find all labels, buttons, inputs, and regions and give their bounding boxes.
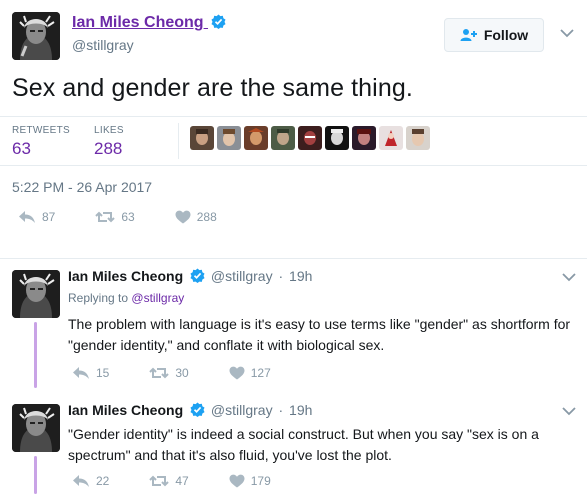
- reply-tweet[interactable]: Ian Miles Cheong @stillgray · 19h Replyi…: [0, 258, 587, 388]
- verified-badge-icon: [211, 14, 226, 29]
- author-handle[interactable]: @stillgray: [72, 37, 134, 53]
- reply-count: 15: [96, 366, 110, 380]
- retweet-button[interactable]: 30: [149, 366, 189, 380]
- liker-avatar[interactable]: [325, 126, 349, 150]
- like-count: 179: [250, 474, 271, 488]
- reply-tweet[interactable]: Ian Miles Cheong @stillgray · 19h "Gende…: [0, 392, 587, 494]
- reply-header: Ian Miles Cheong @stillgray · 19h: [68, 402, 312, 418]
- follow-label: Follow: [483, 27, 529, 43]
- like-button[interactable]: 127: [229, 366, 271, 380]
- replying-prefix: Replying to: [68, 291, 129, 305]
- replying-to-link[interactable]: @stillgray: [131, 291, 184, 305]
- retweets-label: RETWEETS: [12, 125, 70, 136]
- retweets-stat[interactable]: RETWEETS 63: [12, 125, 70, 159]
- reply-age[interactable]: 19h: [289, 268, 312, 284]
- liker-avatar[interactable]: [244, 126, 268, 150]
- retweet-count: 30: [175, 366, 189, 380]
- reply-author-handle[interactable]: @stillgray: [211, 268, 273, 284]
- chevron-down-icon[interactable]: [562, 406, 576, 416]
- reply-icon: [73, 475, 89, 487]
- liker-avatar[interactable]: [271, 126, 295, 150]
- liker-avatar[interactable]: [190, 126, 214, 150]
- liker-avatars: [190, 126, 430, 152]
- reply-actions: 15 30 127: [72, 366, 311, 380]
- retweet-icon: [95, 211, 116, 223]
- reply-dot: ·: [278, 402, 284, 418]
- tweet-text: Sex and gender are the same thing.: [12, 74, 413, 102]
- retweets-count: 63: [12, 139, 31, 158]
- likes-count: 288: [94, 139, 123, 158]
- reply-age[interactable]: 19h: [289, 402, 312, 418]
- avatar[interactable]: [12, 270, 60, 318]
- reply-text: The problem with language is it's easy t…: [68, 316, 571, 353]
- reply-button[interactable]: 15: [72, 366, 109, 380]
- chevron-down-icon[interactable]: [562, 272, 576, 282]
- verified-badge-icon: [190, 268, 205, 283]
- reply-icon: [19, 211, 35, 223]
- likes-stat[interactable]: LIKES 288: [94, 125, 124, 159]
- retweet-count: 63: [121, 210, 135, 224]
- verified-badge-icon: [190, 402, 205, 417]
- retweet-button[interactable]: 63: [95, 210, 135, 224]
- reply-count: 22: [96, 474, 110, 488]
- follow-button[interactable]: Follow: [444, 18, 544, 52]
- reply-author-name[interactable]: Ian Miles Cheong: [68, 402, 183, 418]
- heart-icon: [175, 210, 191, 224]
- heart-icon: [229, 474, 245, 488]
- reply-author-name[interactable]: Ian Miles Cheong: [68, 268, 183, 284]
- retweet-button[interactable]: 47: [149, 474, 189, 488]
- tweet-timestamp[interactable]: 5:22 PM - 26 Apr 2017: [12, 179, 152, 195]
- add-user-icon: [460, 29, 477, 41]
- author-name-link[interactable]: Ian Miles Cheong: [72, 14, 226, 32]
- retweet-icon: [149, 367, 170, 379]
- reply-dot: ·: [278, 268, 284, 284]
- heart-icon: [229, 366, 245, 380]
- chevron-down-icon[interactable]: [560, 28, 574, 38]
- liker-avatar[interactable]: [406, 126, 430, 150]
- tweet-actions: 87 63 288: [18, 210, 257, 224]
- retweet-count: 47: [175, 474, 189, 488]
- author-name[interactable]: Ian Miles Cheong: [72, 14, 204, 31]
- thread-line: [34, 456, 37, 494]
- reply-author-handle[interactable]: @stillgray: [211, 402, 273, 418]
- retweet-icon: [149, 475, 170, 487]
- liker-avatar[interactable]: [352, 126, 376, 150]
- avatar[interactable]: [12, 404, 60, 452]
- thread-line: [34, 322, 37, 388]
- liker-avatar[interactable]: [217, 126, 241, 150]
- like-button[interactable]: 179: [229, 474, 271, 488]
- likes-label: LIKES: [94, 125, 124, 136]
- liker-avatar[interactable]: [298, 126, 322, 150]
- reply-button[interactable]: 87: [18, 210, 55, 224]
- replying-to: Replying to @stillgray: [68, 291, 184, 305]
- stats-divider: [178, 123, 179, 159]
- like-count: 127: [250, 366, 271, 380]
- like-count: 288: [196, 210, 217, 224]
- reply-text: "Gender identity" is indeed a social con…: [68, 426, 539, 463]
- liker-avatar[interactable]: [379, 126, 403, 150]
- like-button[interactable]: 288: [175, 210, 217, 224]
- reply-button[interactable]: 22: [72, 474, 109, 488]
- reply-actions: 22 47 179: [72, 474, 311, 488]
- reply-header: Ian Miles Cheong @stillgray · 19h: [68, 268, 312, 284]
- avatar[interactable]: [12, 12, 60, 60]
- reply-count: 87: [42, 210, 56, 224]
- reply-icon: [73, 367, 89, 379]
